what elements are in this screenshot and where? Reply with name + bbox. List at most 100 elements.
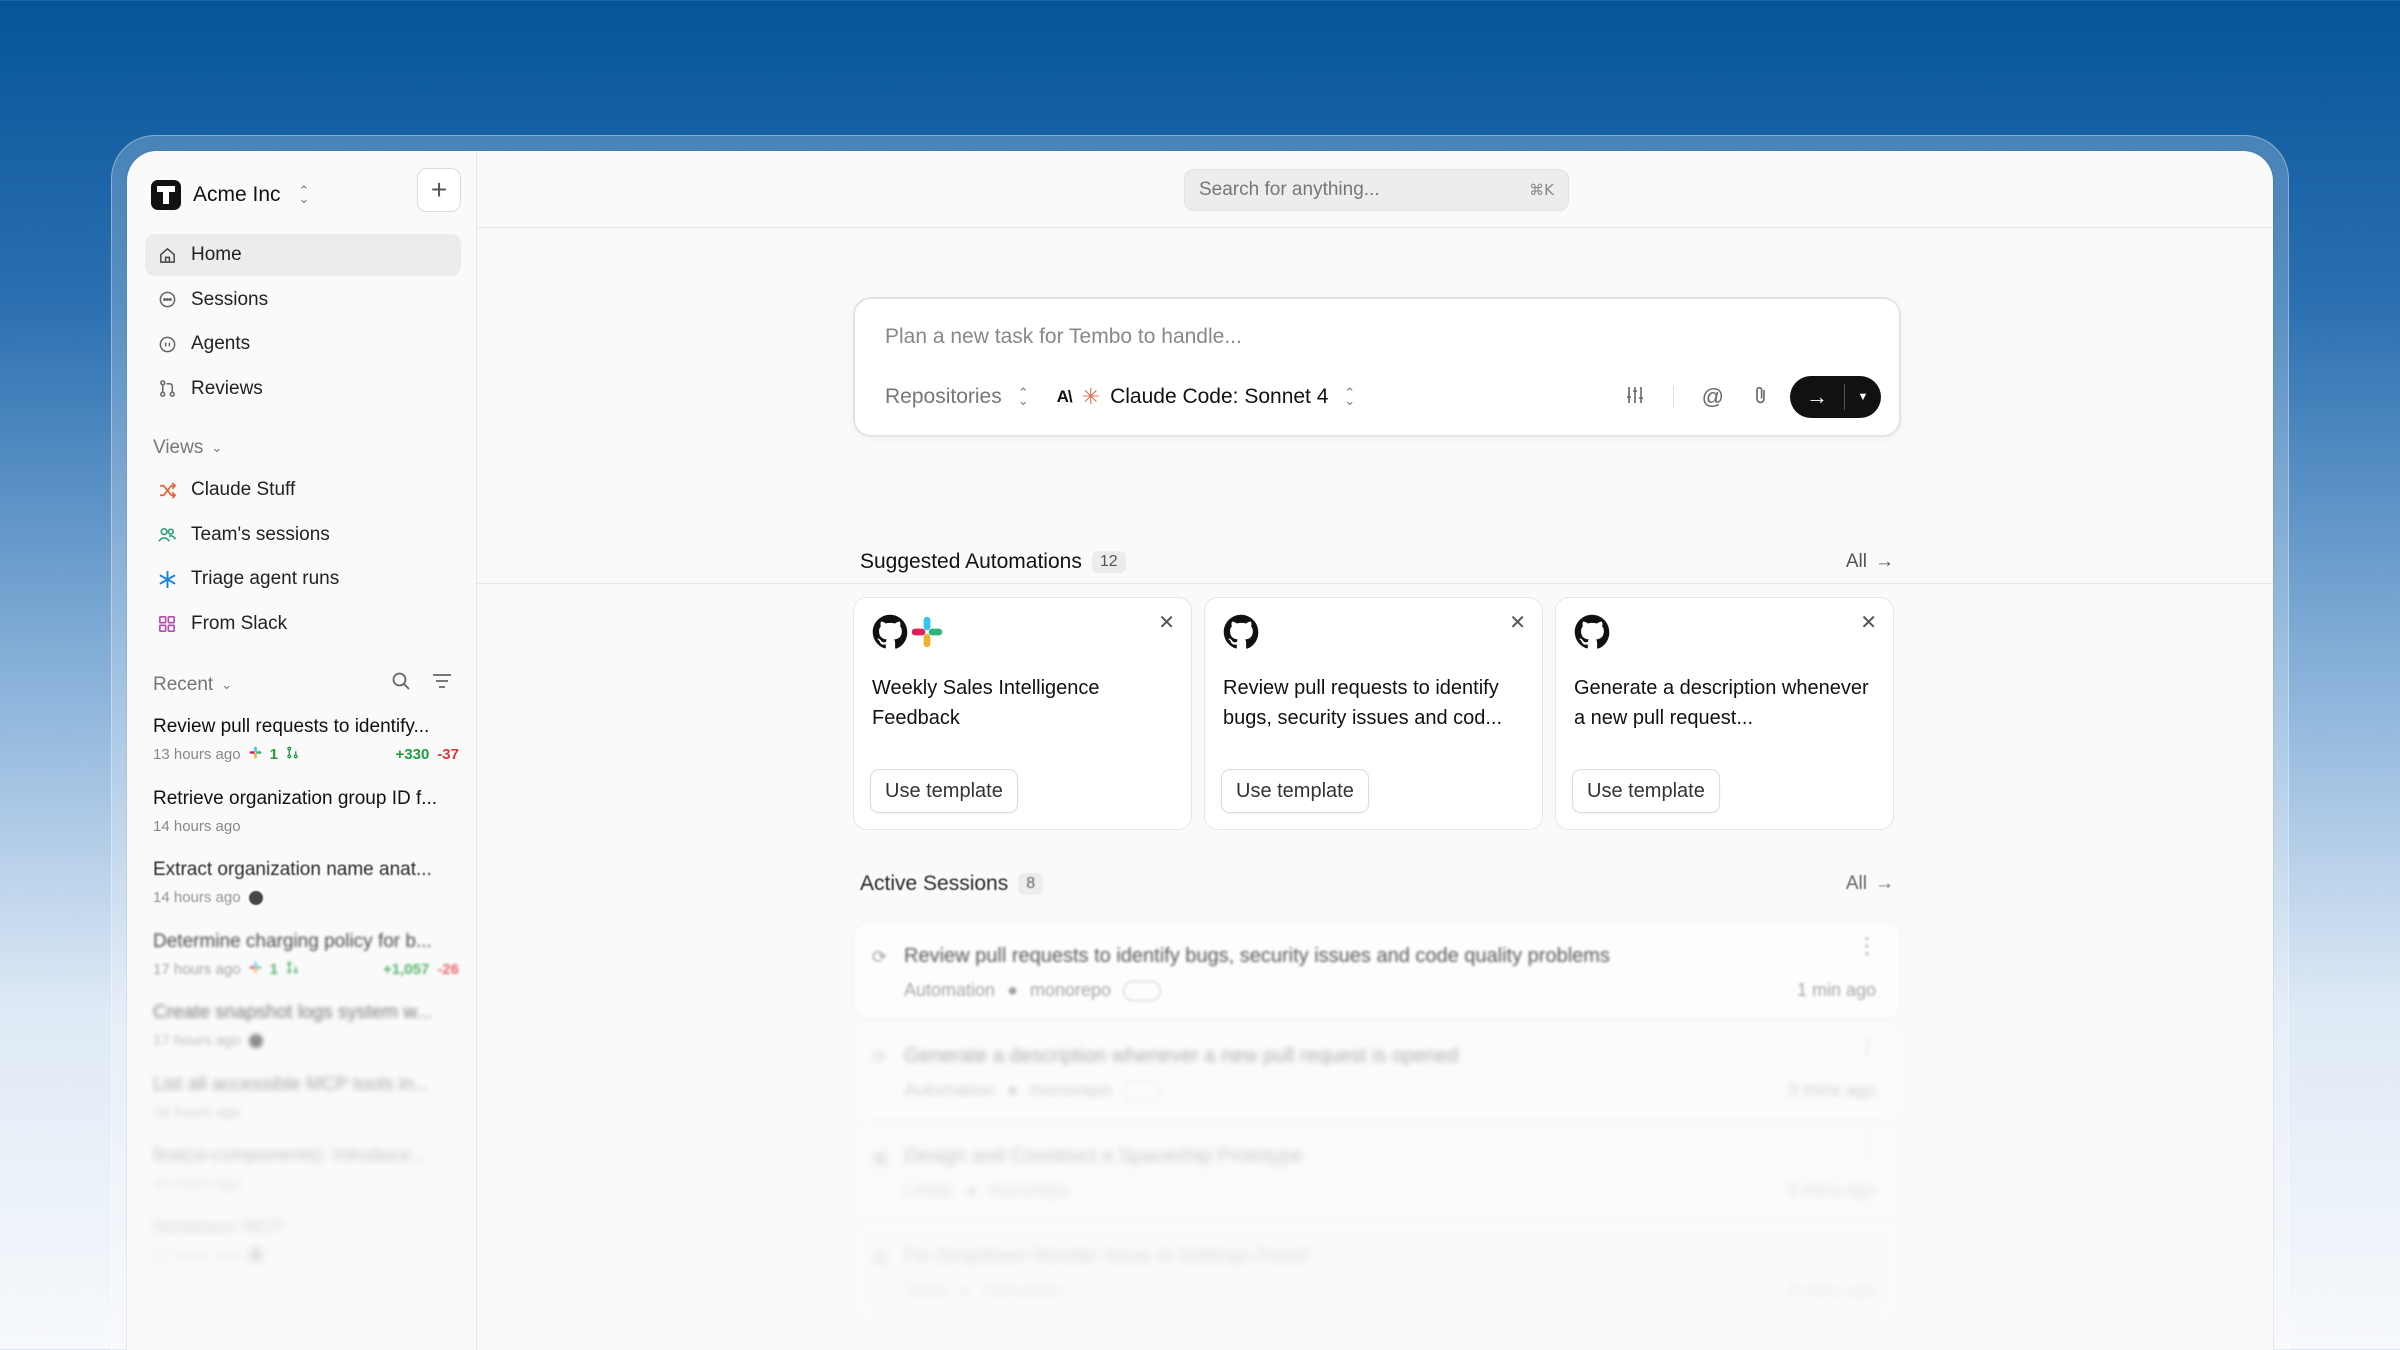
chevron-down-icon: ⌄ [211,440,223,455]
recent-item[interactable]: feat(ui-components): Introduce... 20 hou… [153,1145,459,1217]
recent-item[interactable]: List all accessible MCP tools in... 18 h… [153,1074,459,1146]
org-switcher[interactable]: Acme Inc ⌃ ⌄ [151,175,309,215]
close-icon[interactable]: ✕ [1158,610,1175,635]
composer-tools: @ [1625,384,1770,410]
recent-title: List all accessible MCP tools in... [153,1073,430,1095]
session-row[interactable]: ▣ Design and Construct a Spaceship Proto… [853,1122,1901,1219]
github-icon [1223,614,1259,655]
filter-icon[interactable] [431,671,453,696]
sidebar: Acme Inc ⌃ ⌄ + Home Sessions Agents Revi… [127,151,477,1350]
arrow-right-icon: → [1875,873,1894,894]
views-list: Claude Stuff Team's sessions Triage agen… [145,469,461,647]
recent-title: feat(ui-components): Introduce... [153,1145,428,1166]
session-source: Slack [904,1280,949,1300]
view-label: Claude Stuff [191,479,296,500]
nav-item-agents[interactable]: Agents [145,323,461,365]
more-vertical-icon[interactable]: ⋮ [1856,1135,1878,1157]
repositories-select[interactable]: Repositories ⌃ ⌄ [885,385,1029,409]
recent-meta: 18 hours ago [153,1104,459,1121]
session-meta: Linear ● monorepo [904,1180,1070,1201]
recent-time: 18 hours ago [153,1103,241,1121]
more-vertical-icon[interactable]: ⋮ [1856,935,1878,957]
mention-icon[interactable]: @ [1702,384,1724,410]
recent-item[interactable]: Retrieve organization group ID f... 14 h… [153,788,459,860]
send-options-button[interactable]: ▼ [1845,391,1881,403]
more-vertical-icon[interactable]: ⋮ [1856,1035,1878,1057]
recent-time: 20 hours ago [153,1175,241,1192]
search-icon[interactable] [391,671,411,696]
card-title: Weekly Sales Intelligence Feedback [872,677,1100,729]
attachment-icon[interactable] [1752,385,1770,410]
automations-title-group: Suggested Automations 12 [860,550,1126,574]
agents-pill [1123,1080,1161,1101]
recent-item[interactable]: Metabase MCP 22 hours ago [153,1217,459,1289]
task-composer[interactable]: Plan a new task for Tembo to handle... R… [853,297,1901,437]
nav-item-sessions[interactable]: Sessions [145,279,461,321]
session-repo: monorepo [1029,980,1111,1000]
close-icon[interactable]: ✕ [1860,610,1877,635]
view-item-teams-sessions[interactable]: Team's sessions [145,514,461,556]
active-sessions-all-link[interactable]: All → [1846,873,1894,895]
view-item-claude-stuff[interactable]: Claude Stuff [145,469,461,511]
recent-toggle[interactable]: Recent ⌄ [153,674,232,696]
recent-title: Review pull requests to identify... [153,716,430,737]
recent-meta: 17 hours ago 1 +1,057 -26 [153,961,459,978]
home-icon [157,245,177,265]
nav-label: Reviews [191,377,263,399]
recent-title: Create snapshot logs system w... [153,1002,432,1023]
recent-time: 17 hours ago [153,1032,241,1049]
nav-item-reviews[interactable]: Reviews [145,368,461,410]
use-template-button[interactable]: Use template [1221,769,1369,813]
users-icon [157,525,177,545]
more-vertical-icon[interactable]: ⋮ [1856,1235,1878,1257]
card-title: Review pull requests to identify bugs, s… [1223,677,1503,729]
agent-icon [157,334,177,354]
avatar [248,1033,263,1048]
chevron-updown-icon: ⌃ ⌄ [1344,385,1356,408]
session-repo: monorepo [988,1180,1070,1200]
views-label: Views [153,437,204,458]
session-row[interactable]: ▣ Fix Dropdown Render Issue in Settings … [853,1222,1901,1319]
use-template-button[interactable]: Use template [1572,769,1720,813]
recent-item[interactable]: Create snapshot logs system w... 17 hour… [153,1002,459,1074]
session-row[interactable]: ⟳ Generate a description whenever a new … [853,1022,1901,1119]
recent-item[interactable]: Review pull requests to identify... 13 h… [153,716,459,788]
recent-time: 14 hours ago [153,817,241,835]
automation-card[interactable]: ✕ Review pull requests to identify bugs,… [1204,597,1543,830]
automations-all-link[interactable]: All → [1846,551,1894,573]
view-item-triage[interactable]: Triage agent runs [145,558,461,600]
sliders-icon[interactable] [1625,385,1645,410]
automation-card[interactable]: ✕ Generate a description whenever a new … [1555,597,1894,830]
recent-item[interactable]: Extract organization name anat... 14 hou… [153,859,459,931]
pull-request-icon [157,379,177,399]
recent-item[interactable]: Determine charging policy for b... 17 ho… [153,931,459,1003]
active-sessions-header: Active Sessions 8 All → [860,872,1894,896]
new-button[interactable]: + [417,168,461,212]
github-icon [872,614,908,655]
session-title: Review pull requests to identify bugs, s… [904,945,1610,967]
main-nav: Home Sessions Agents Reviews [145,234,461,412]
org-name: Acme Inc [193,183,281,206]
divider [1672,386,1674,408]
search-input[interactable]: Search for anything... ⌘K [1184,169,1569,211]
nav-item-home[interactable]: Home [145,234,461,276]
recent-title: Retrieve organization group ID f... [153,787,438,809]
send-button[interactable]: → [1790,384,1844,410]
views-toggle[interactable]: Views ⌄ [153,437,222,459]
recent-tools [391,671,453,696]
model-select[interactable]: A\ ✳ Claude Code: Sonnet 4 ⌃ ⌄ [1057,384,1356,410]
recent-meta: 22 hours ago [153,1247,459,1264]
use-template-button[interactable]: Use template [870,769,1018,813]
view-item-from-slack[interactable]: From Slack [145,603,461,645]
pull-request-icon [286,961,299,978]
session-row[interactable]: ⟳ Review pull requests to identify bugs,… [853,922,1901,1019]
github-icon [1574,614,1610,655]
session-meta: Slack ● monorepo [904,1280,1064,1301]
automation-card[interactable]: ✕ Weekly Sales Intelligence Feedback Use… [853,597,1192,830]
model-label: Claude Code: Sonnet 4 [1110,385,1329,408]
org-logo [151,180,181,210]
recent-meta: 13 hours ago 1 +330 -37 [153,746,459,763]
close-icon[interactable]: ✕ [1509,610,1526,635]
additions: +330 [395,746,430,763]
automations-title: Suggested Automations [860,550,1082,573]
